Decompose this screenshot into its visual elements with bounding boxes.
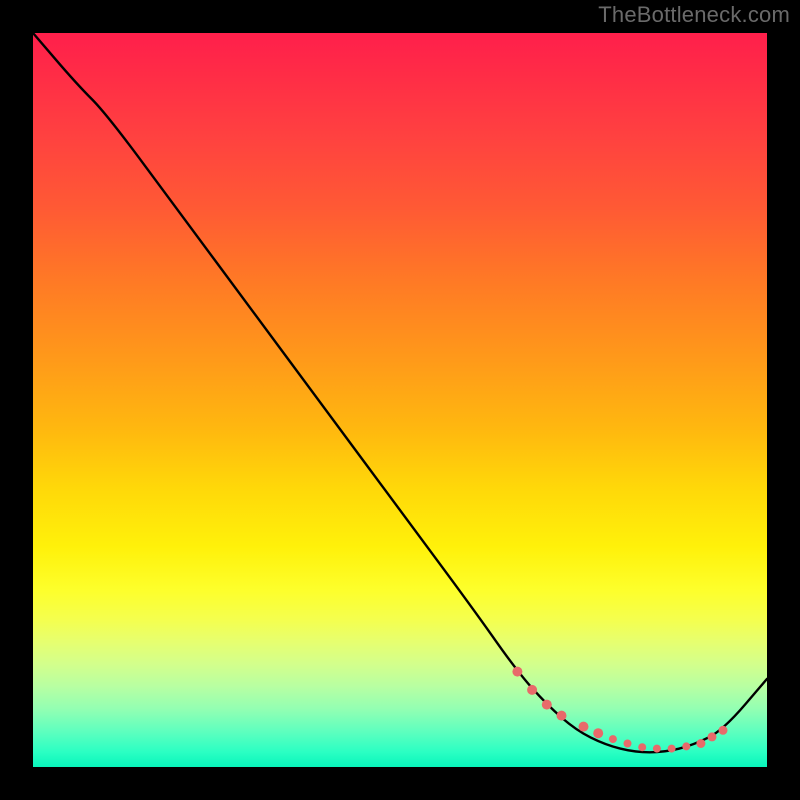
highlight-dot: [653, 745, 661, 753]
highlight-dot: [668, 745, 676, 753]
highlight-dot: [708, 732, 717, 741]
highlight-dot: [542, 700, 552, 710]
highlight-dot: [719, 726, 728, 735]
highlight-markers: [512, 667, 727, 753]
highlight-dot: [696, 739, 705, 748]
highlight-dot: [593, 728, 603, 738]
chart-overlay-svg: [33, 33, 767, 767]
highlight-dot: [579, 722, 589, 732]
highlight-dot: [512, 667, 522, 677]
chart-frame: TheBottleneck.com: [0, 0, 800, 800]
highlight-dot: [624, 740, 632, 748]
watermark-text: TheBottleneck.com: [598, 2, 790, 28]
highlight-dot: [527, 685, 537, 695]
curve-line: [33, 33, 767, 752]
highlight-dot: [638, 743, 646, 751]
highlight-dot: [557, 711, 567, 721]
highlight-dot: [682, 742, 690, 750]
highlight-dot: [609, 735, 617, 743]
plot-area: [33, 33, 767, 767]
